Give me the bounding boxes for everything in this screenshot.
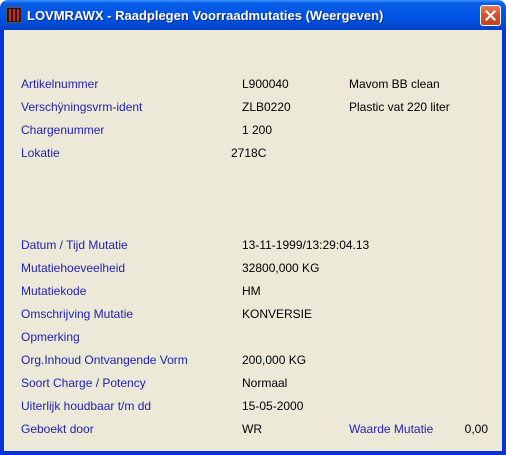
verschijningsvorm-value: ZLB0220 <box>242 100 291 114</box>
dialog-window: LOVMRAWX - Raadplegen Voorraadmutaties (… <box>0 0 506 455</box>
omschrijving-label: Omschrijving Mutatie <box>21 307 134 321</box>
form-area: Artikelnummer L900040 Mavom BB clean Ver… <box>4 30 502 451</box>
artikel-description: Mavom BB clean <box>349 77 440 91</box>
close-icon <box>485 10 496 21</box>
geboekt-door-label: Geboekt door <box>21 422 94 436</box>
row-geboekt-door: Geboekt door WR Waarde Mutatie 0,00 <box>4 420 502 438</box>
title-bar[interactable]: LOVMRAWX - Raadplegen Voorraadmutaties (… <box>0 0 506 30</box>
lokatie-value: 2718C <box>231 146 267 160</box>
window-title: LOVMRAWX - Raadplegen Voorraadmutaties (… <box>27 8 384 23</box>
org-inhoud-label: Org.Inhoud Ontvangende Vorm <box>21 353 188 367</box>
lokatie-label: Lokatie <box>21 146 60 160</box>
mutatiehoeveelheid-value: 32800,000 KG <box>242 261 320 275</box>
soort-charge-value: Normaal <box>242 376 288 390</box>
opmerking-label: Opmerking <box>21 330 80 344</box>
org-inhoud-value: 200,000 KG <box>242 353 307 367</box>
row-artikelnummer: Artikelnummer L900040 Mavom BB clean <box>4 75 502 93</box>
row-chargenummer: Chargenummer 1 200 <box>4 121 502 139</box>
row-org-inhoud: Org.Inhoud Ontvangende Vorm 200,000 KG <box>4 351 502 369</box>
row-omschrijving: Omschrijving Mutatie KONVERSIE <box>4 305 502 323</box>
row-mutatiekode: Mutatiekode HM <box>4 282 502 300</box>
row-soort-charge: Soort Charge / Potency Normaal <box>4 374 502 392</box>
app-icon[interactable] <box>6 7 22 23</box>
verschijningsvorm-description: Plastic vat 220 liter <box>349 100 450 114</box>
mutatiekode-label: Mutatiekode <box>21 284 87 298</box>
mutatiekode-value: HM <box>242 284 261 298</box>
soort-charge-label: Soort Charge / Potency <box>21 376 146 390</box>
mutatiehoeveelheid-label: Mutatiehoeveelheid <box>21 261 126 275</box>
row-opmerking: Opmerking <box>4 328 502 346</box>
datum-tijd-label: Datum / Tijd Mutatie <box>21 238 128 252</box>
row-verschijningsvorm: Verschÿningsvrm-ident ZLB0220 Plastic va… <box>4 98 502 116</box>
row-datum-tijd: Datum / Tijd Mutatie 13-11-1999/13:29:04… <box>4 236 502 254</box>
verschijningsvorm-label: Verschÿningsvrm-ident <box>21 100 143 114</box>
row-houdbaar: Uiterlijk houdbaar t/m dd 15-05-2000 <box>4 397 502 415</box>
artikelnummer-value: L900040 <box>242 77 289 91</box>
artikelnummer-label: Artikelnummer <box>21 77 99 91</box>
houdbaar-label: Uiterlijk houdbaar t/m dd <box>21 399 152 413</box>
geboekt-door-value: WR <box>242 422 262 436</box>
waarde-mutatie-value: 0,00 <box>464 422 488 436</box>
chargenummer-value: 1 200 <box>242 123 273 137</box>
chargenummer-label: Chargenummer <box>21 123 105 137</box>
houdbaar-value: 15-05-2000 <box>242 399 304 413</box>
row-mutatiehoeveelheid: Mutatiehoeveelheid 32800,000 KG <box>4 259 502 277</box>
omschrijving-value: KONVERSIE <box>242 307 313 321</box>
datum-tijd-value: 13-11-1999/13:29:04.13 <box>242 238 370 252</box>
waarde-mutatie-label: Waarde Mutatie <box>349 422 434 436</box>
close-button[interactable] <box>480 5 501 26</box>
row-lokatie: Lokatie 2718C <box>4 144 502 162</box>
